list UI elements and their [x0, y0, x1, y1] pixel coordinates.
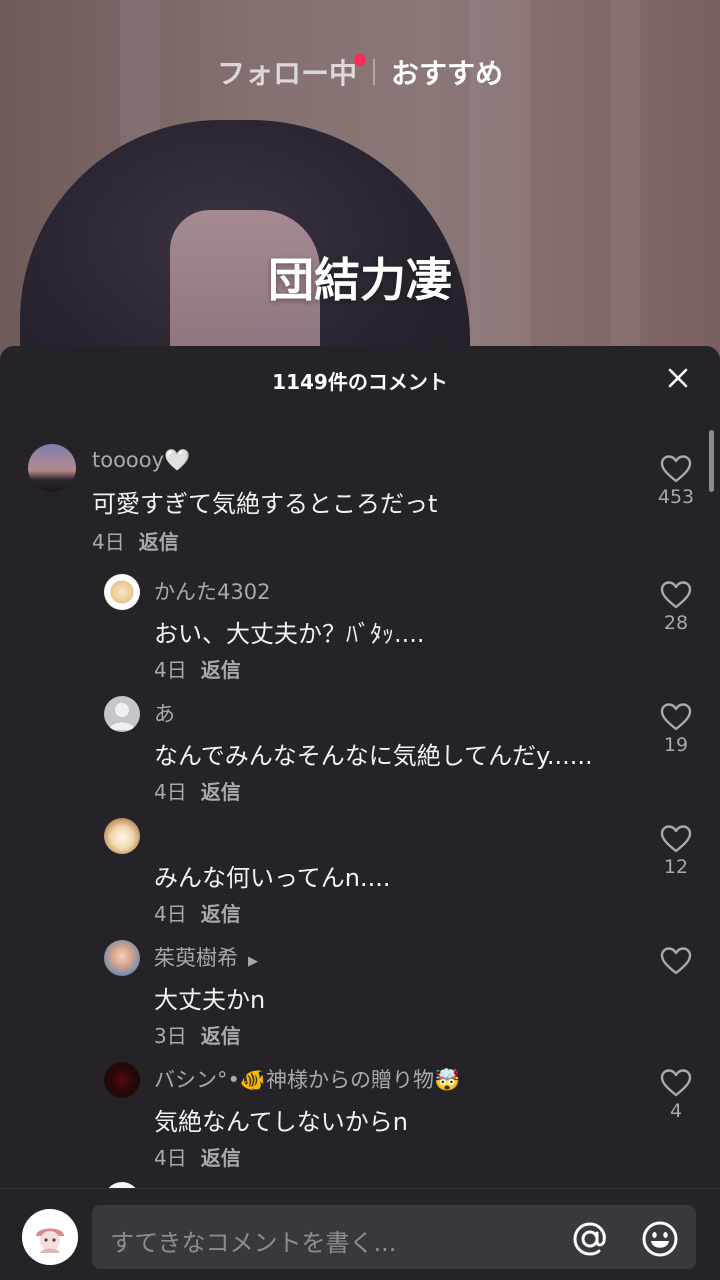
like-count: 28 — [663, 612, 689, 634]
comment-reply-item: バシン°•🐠神様からの贈り物🤯 気絶なんてしないからn 4日 返信 4 — [0, 1060, 720, 1170]
reply-button[interactable]: 返信 — [201, 1024, 241, 1048]
comment-meta: 4日 返信 — [92, 526, 179, 555]
like-count: 19 — [663, 734, 689, 756]
new-content-dot — [354, 54, 366, 66]
like-button[interactable]: 4 — [656, 1068, 696, 1122]
reply-button[interactable]: 返信 — [139, 530, 179, 554]
avatar[interactable] — [104, 696, 140, 732]
comment-meta: 3日 返信 — [154, 1020, 241, 1049]
like-button[interactable]: 19 — [656, 702, 696, 756]
avatar[interactable] — [104, 818, 140, 854]
close-icon — [668, 368, 688, 388]
avatar[interactable] — [104, 940, 140, 976]
reply-button[interactable]: 返信 — [201, 1146, 241, 1170]
reply-button[interactable]: 返信 — [201, 902, 241, 926]
emoji-button[interactable] — [640, 1219, 680, 1259]
comment-username[interactable]: tooooy🤍 — [92, 448, 190, 473]
comment-username[interactable]: あ — [154, 698, 175, 728]
comment-meta: 4日 返信 — [154, 776, 241, 805]
heart-icon — [660, 1069, 692, 1097]
like-button[interactable]: 28 — [656, 580, 696, 634]
comment-username[interactable]: 茱萸樹希 ▶ — [154, 942, 258, 972]
comment-reply-item: あ なんでみんなそんなに気絶してんだy...... 4日 返信 19 — [0, 694, 720, 804]
comment-date: 4日 — [154, 902, 187, 926]
like-button[interactable]: 453 — [656, 454, 696, 508]
like-button[interactable]: 12 — [656, 824, 696, 878]
comment-meta: 4日 返信 — [154, 1142, 241, 1171]
chevron-right-icon: ▶ — [248, 954, 258, 969]
comments-sheet: 1149件のコメント tooooy🤍 可愛すぎて気絶するところだっt 4日 返信 … — [0, 346, 720, 1280]
comment-date: 3日 — [154, 1024, 187, 1048]
avatar[interactable] — [28, 444, 76, 492]
like-count: 453 — [657, 486, 695, 508]
comment-reply-item: 茱萸樹希 ▶ 大丈夫かn 3日 返信 — [0, 938, 720, 1048]
comment-text: 気絶なんてしないからn — [154, 1108, 409, 1136]
emoji-icon — [642, 1221, 678, 1257]
comment-meta: 4日 返信 — [154, 898, 241, 927]
comment-item: tooooy🤍 可愛すぎて気絶するところだっt 4日 返信 453 — [0, 442, 720, 562]
video-caption-overlay: 団結力凄 — [268, 253, 452, 307]
close-button[interactable] — [666, 366, 690, 390]
comment-input-bar: すてきなコメントを書く... — [0, 1188, 720, 1280]
comments-count-title: 1149件のコメント — [272, 370, 448, 394]
like-count: 12 — [663, 856, 689, 878]
heart-icon — [660, 947, 692, 975]
reply-button[interactable]: 返信 — [201, 658, 241, 682]
tab-for-you[interactable]: おすすめ — [375, 52, 519, 92]
heart-icon — [660, 581, 692, 609]
comment-username-text: tooooy — [92, 448, 165, 472]
comment-reply-item: みんな何いってんn.... 4日 返信 12 — [0, 816, 720, 926]
avatar[interactable] — [104, 1062, 140, 1098]
comment-username[interactable]: かんた4302 — [154, 576, 270, 606]
comment-username-text: 茱萸樹希 — [154, 946, 238, 970]
heart-icon — [660, 703, 692, 731]
comment-text: みんな何いってんn.... — [154, 864, 391, 892]
comment-text: 可愛すぎて気絶するところだっt — [92, 490, 438, 518]
tab-following[interactable]: フォロー中 — [201, 52, 373, 92]
like-button[interactable] — [656, 946, 696, 978]
comment-meta: 4日 返信 — [154, 654, 241, 683]
mention-button[interactable] — [570, 1219, 610, 1259]
comment-date: 4日 — [154, 1146, 187, 1170]
comment-username[interactable]: バシン°•🐠神様からの贈り物🤯 — [154, 1064, 460, 1094]
username-decoration-icon: 🤍 — [164, 448, 191, 472]
comment-text: なんでみんなそんなに気絶してんだy...... — [154, 742, 593, 770]
mention-icon — [573, 1222, 606, 1256]
comment-reply-item: かんた4302 おい、大丈夫か？ﾊﾞﾀｯ.... 4日 返信 28 — [0, 572, 720, 682]
avatar[interactable] — [104, 574, 140, 610]
comment-text: 大丈夫かn — [154, 986, 266, 1014]
comment-date: 4日 — [154, 780, 187, 804]
video-player[interactable]: フォロー中 おすすめ 団結力凄 — [0, 0, 720, 360]
comment-input-placeholder: すてきなコメントを書く... — [110, 1229, 397, 1257]
user-avatar-icon — [22, 1209, 78, 1265]
comment-text: おい、大丈夫か？ﾊﾞﾀｯ.... — [154, 620, 425, 648]
like-count: 4 — [669, 1100, 683, 1122]
comment-input[interactable]: すてきなコメントを書く... — [92, 1205, 696, 1269]
heart-icon — [660, 455, 692, 483]
comment-date: 4日 — [154, 658, 187, 682]
reply-button[interactable]: 返信 — [201, 780, 241, 804]
heart-icon — [660, 825, 692, 853]
comments-header: 1149件のコメント — [0, 346, 720, 412]
my-avatar[interactable] — [22, 1209, 78, 1265]
comment-date: 4日 — [92, 530, 125, 554]
default-avatar-icon — [109, 703, 135, 730]
